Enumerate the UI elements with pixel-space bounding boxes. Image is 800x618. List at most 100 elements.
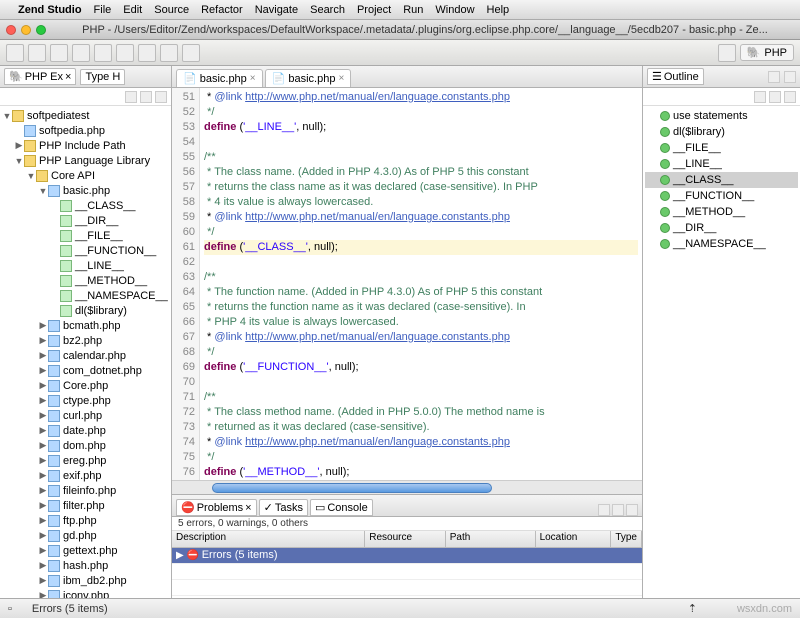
tree-item[interactable]: ▶filter.php: [2, 498, 169, 513]
tree-item[interactable]: ▶ibm_db2.php: [2, 573, 169, 588]
tree-item[interactable]: ▶com_dotnet.php: [2, 363, 169, 378]
tree-item[interactable]: ▼Core API: [2, 168, 169, 183]
outline-item[interactable]: __LINE__: [645, 156, 798, 172]
tree-item[interactable]: __FUNCTION__: [2, 243, 169, 258]
debug-button[interactable]: [72, 44, 90, 62]
tree-item[interactable]: ▶Core.php: [2, 378, 169, 393]
minimize-view-button[interactable]: [768, 71, 780, 83]
filter-button[interactable]: [769, 91, 781, 103]
problems-group-errors[interactable]: ▶ ⛔ Errors (5 items): [172, 548, 642, 564]
tree-item[interactable]: ▶iconv.php: [2, 588, 169, 598]
tree-item[interactable]: ▶fileinfo.php: [2, 483, 169, 498]
tree-item[interactable]: ▶ctype.php: [2, 393, 169, 408]
maximize-button[interactable]: [36, 25, 46, 35]
tree-item[interactable]: __METHOD__: [2, 273, 169, 288]
tree-item[interactable]: ▶dom.php: [2, 438, 169, 453]
tree-item[interactable]: ▼basic.php: [2, 183, 169, 198]
close-button[interactable]: [6, 25, 16, 35]
code-area[interactable]: * @link http://www.php.net/manual/en/lan…: [200, 88, 642, 480]
tree-item[interactable]: ▶gd.php: [2, 528, 169, 543]
tab-tasks[interactable]: ✓ Tasks: [259, 499, 308, 516]
menu-help[interactable]: Help: [487, 4, 510, 16]
menu-navigate[interactable]: Navigate: [255, 4, 298, 16]
tree-item[interactable]: ▶curl.php: [2, 408, 169, 423]
tree-item[interactable]: ▼PHP Language Library: [2, 153, 169, 168]
scrollbar-thumb[interactable]: [212, 483, 492, 493]
editor-body[interactable]: 5152535455565758596061626364656667686970…: [172, 88, 642, 480]
col-location[interactable]: Location: [536, 531, 612, 547]
menu-window[interactable]: Window: [435, 4, 474, 16]
menu-run[interactable]: Run: [403, 4, 423, 16]
tree-item[interactable]: ▶bcmath.php: [2, 318, 169, 333]
menu-edit[interactable]: Edit: [123, 4, 142, 16]
col-path[interactable]: Path: [446, 531, 536, 547]
close-icon[interactable]: ×: [65, 71, 71, 83]
tree-item[interactable]: softpedia.php: [2, 123, 169, 138]
tree-item[interactable]: __FILE__: [2, 228, 169, 243]
tree-item[interactable]: dl($library): [2, 303, 169, 318]
tree-item[interactable]: ▶gettext.php: [2, 543, 169, 558]
link-editor-button[interactable]: [140, 91, 152, 103]
maximize-view-button[interactable]: [784, 71, 796, 83]
close-icon[interactable]: ×: [338, 73, 344, 84]
status-launch-icon[interactable]: ⇡: [688, 602, 697, 615]
close-icon[interactable]: ×: [250, 73, 256, 84]
new-button[interactable]: [6, 44, 24, 62]
tree-item[interactable]: ▼softpediatest: [2, 108, 169, 123]
tree-item[interactable]: __NAMESPACE__: [2, 288, 169, 303]
tree-item[interactable]: ▶bz2.php: [2, 333, 169, 348]
sort-button[interactable]: [754, 91, 766, 103]
tab-type-hierarchy[interactable]: Type H: [80, 69, 125, 85]
tree-item[interactable]: ▶date.php: [2, 423, 169, 438]
view-menu-button[interactable]: [598, 504, 610, 516]
tree-item[interactable]: __DIR__: [2, 213, 169, 228]
print-button[interactable]: [50, 44, 68, 62]
outline-item[interactable]: __FUNCTION__: [645, 188, 798, 204]
explorer-tree[interactable]: ▼softpediatestsoftpedia.php▶PHP Include …: [0, 106, 171, 598]
menu-source[interactable]: Source: [154, 4, 189, 16]
editor-tab[interactable]: 📄basic.php×: [265, 69, 352, 87]
tree-item[interactable]: ▶exif.php: [2, 468, 169, 483]
outline-item[interactable]: __METHOD__: [645, 204, 798, 220]
perspective-switcher[interactable]: 🐘 PHP: [740, 44, 794, 61]
outline-item[interactable]: use statements: [645, 108, 798, 124]
menu-refactor[interactable]: Refactor: [201, 4, 243, 16]
open-perspective-button[interactable]: [718, 44, 736, 62]
tree-item[interactable]: ▶calendar.php: [2, 348, 169, 363]
horizontal-scrollbar[interactable]: [172, 480, 642, 494]
tree-item[interactable]: ▶ftp.php: [2, 513, 169, 528]
tab-php-explorer[interactable]: 🐘 PHP Ex ×: [4, 68, 76, 85]
view-menu-button[interactable]: [155, 91, 167, 103]
run-button[interactable]: [94, 44, 112, 62]
outline-item[interactable]: __DIR__: [645, 220, 798, 236]
tab-console[interactable]: ▭ Console: [310, 499, 373, 516]
tree-item[interactable]: __CLASS__: [2, 198, 169, 213]
editor-tab[interactable]: 📄basic.php×: [176, 69, 263, 87]
col-type[interactable]: Type: [611, 531, 642, 547]
close-icon[interactable]: ×: [245, 502, 251, 514]
maximize-view-button[interactable]: [626, 504, 638, 516]
tree-item[interactable]: ▶hash.php: [2, 558, 169, 573]
tree-item[interactable]: __LINE__: [2, 258, 169, 273]
col-resource[interactable]: Resource: [365, 531, 445, 547]
outline-tree[interactable]: use statementsdl($library)__FILE____LINE…: [643, 106, 800, 598]
menu-file[interactable]: File: [94, 4, 112, 16]
menu-project[interactable]: Project: [357, 4, 391, 16]
tab-outline[interactable]: ☰ Outline: [647, 68, 704, 85]
collapse-all-button[interactable]: [125, 91, 137, 103]
save-button[interactable]: [28, 44, 46, 62]
col-description[interactable]: Description: [172, 531, 365, 547]
outline-item[interactable]: __FILE__: [645, 140, 798, 156]
nav-fwd-button[interactable]: [182, 44, 200, 62]
view-menu-button[interactable]: [784, 91, 796, 103]
search-button[interactable]: [138, 44, 156, 62]
outline-item[interactable]: dl($library): [645, 124, 798, 140]
minimize-view-button[interactable]: [612, 504, 624, 516]
app-name[interactable]: Zend Studio: [18, 4, 82, 16]
minimize-button[interactable]: [21, 25, 31, 35]
tab-problems[interactable]: ⛔ Problems ×: [176, 499, 257, 516]
build-button[interactable]: [116, 44, 134, 62]
tree-item[interactable]: ▶ereg.php: [2, 453, 169, 468]
outline-item[interactable]: __CLASS__: [645, 172, 798, 188]
nav-back-button[interactable]: [160, 44, 178, 62]
